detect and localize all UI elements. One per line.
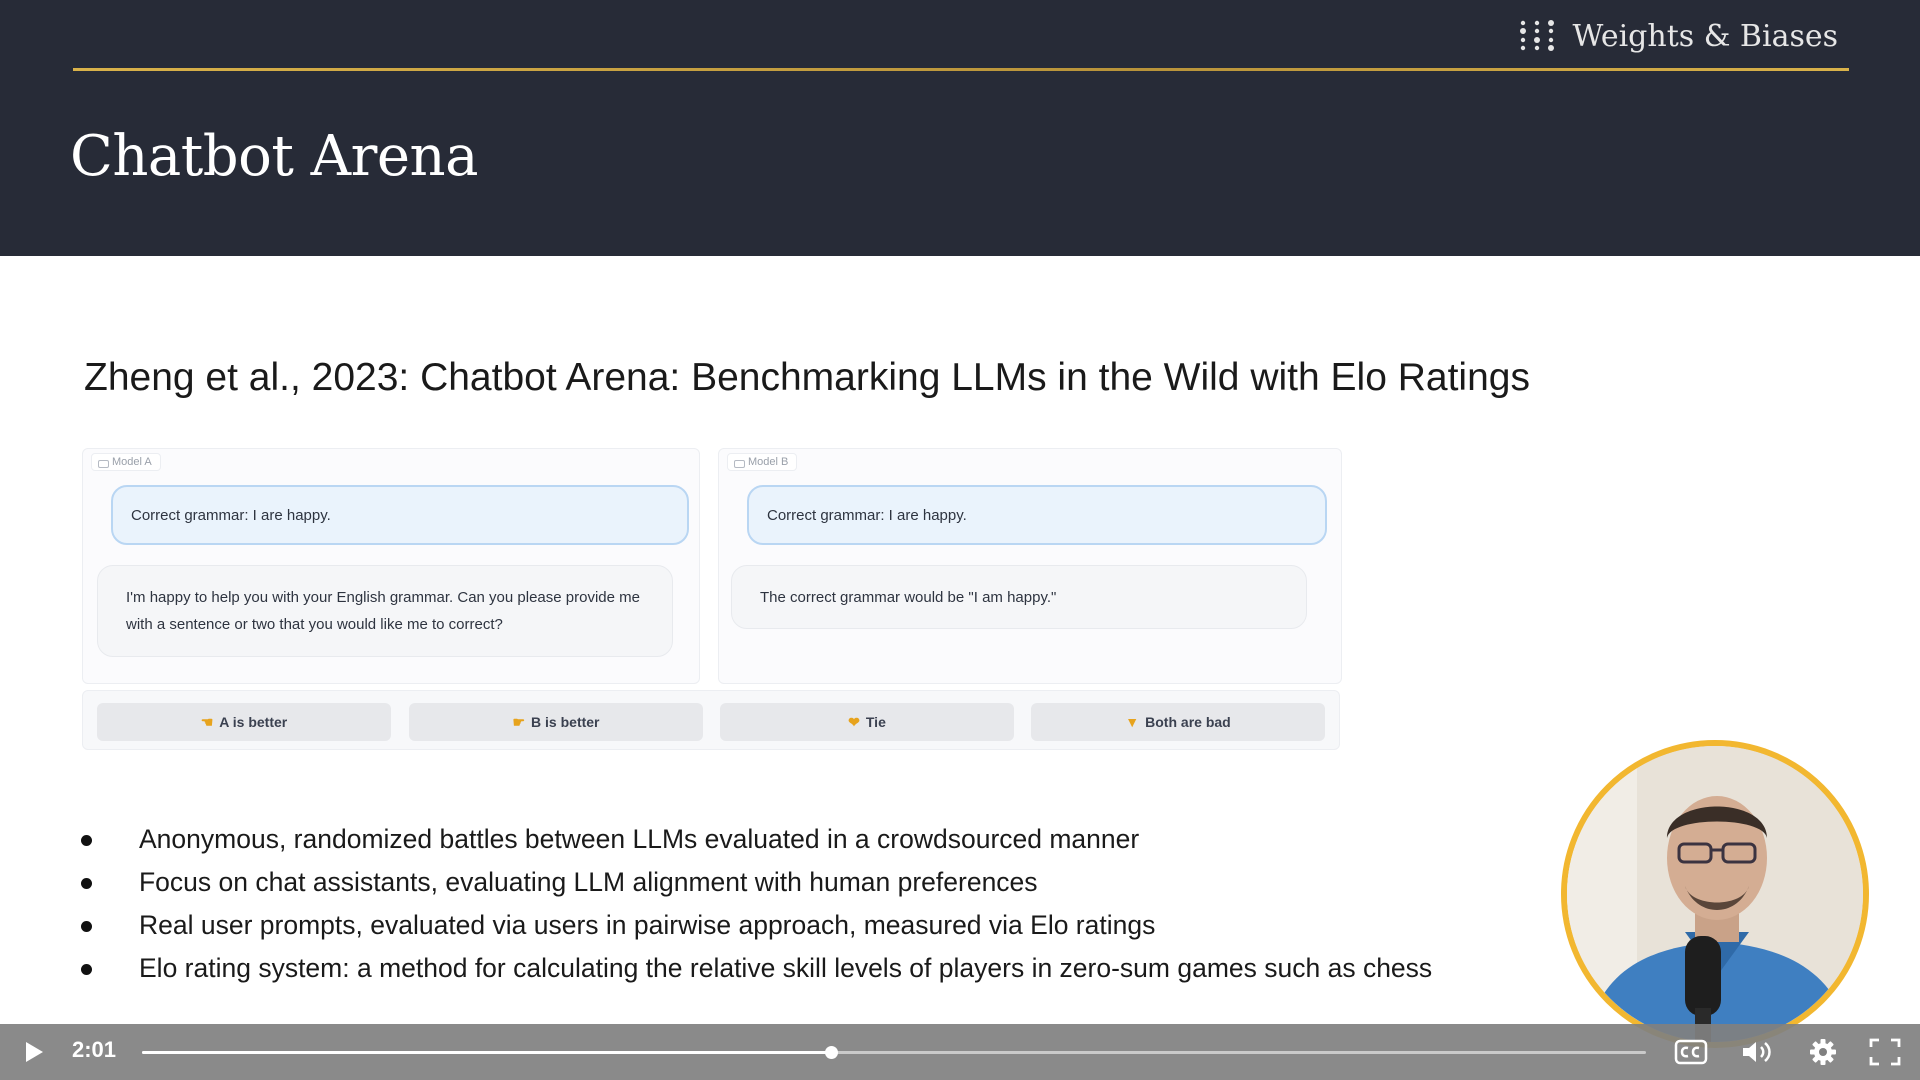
bullet-item: Elo rating system: a method for calculat… bbox=[78, 947, 1432, 990]
bullet-item: Anonymous, randomized battles between LL… bbox=[78, 818, 1432, 861]
key-points-list: Anonymous, randomized battles between LL… bbox=[78, 818, 1432, 990]
bullet-dot bbox=[81, 878, 92, 889]
presenter-video-frame bbox=[1567, 746, 1863, 1042]
b-is-better-button: ☛ B is better bbox=[409, 703, 703, 741]
tie-button: ❤ Tie bbox=[720, 703, 1014, 741]
seek-bar-progress bbox=[142, 1051, 831, 1054]
a-is-better-label: A is better bbox=[219, 714, 288, 730]
slide-title: Chatbot Arena bbox=[70, 124, 478, 189]
arena-screenshot-figure: Model A Correct grammar: I are happy. I'… bbox=[82, 448, 1342, 750]
model-b-user-message: Correct grammar: I are happy. bbox=[747, 485, 1327, 545]
model-b-tag: Model B bbox=[727, 453, 798, 471]
settings-gear-icon[interactable] bbox=[1806, 1036, 1840, 1068]
tie-label: Tie bbox=[865, 714, 886, 730]
bullet-text: Elo rating system: a method for calculat… bbox=[139, 953, 1433, 983]
both-are-bad-label: Both are bad bbox=[1145, 714, 1231, 730]
brand-logo: Weights & Biases bbox=[1518, 14, 1838, 58]
seek-bar[interactable] bbox=[142, 1046, 1646, 1059]
point-right-emoji-icon: ☛ bbox=[512, 713, 526, 730]
bullet-text: Focus on chat assistants, evaluating LLM… bbox=[139, 867, 1038, 897]
slide-header: Weights & Biases Chatbot Arena bbox=[0, 0, 1920, 256]
bullet-dot bbox=[81, 921, 92, 932]
bullet-dot bbox=[81, 964, 92, 975]
model-a-panel: Model A Correct grammar: I are happy. I'… bbox=[82, 448, 700, 684]
fullscreen-icon[interactable] bbox=[1868, 1036, 1902, 1068]
both-are-bad-button: ▼ Both are bad bbox=[1031, 703, 1325, 741]
closed-captions-icon[interactable] bbox=[1674, 1036, 1708, 1068]
model-a-tag: Model A bbox=[91, 453, 161, 471]
bullet-text: Real user prompts, evaluated via users i… bbox=[139, 910, 1156, 940]
handshake-emoji-icon: ❤ bbox=[848, 713, 860, 730]
paper-citation-title: Zheng et al., 2023: Chatbot Arena: Bench… bbox=[84, 356, 1530, 399]
bullet-item: Real user prompts, evaluated via users i… bbox=[78, 904, 1432, 947]
a-is-better-button: ☚ A is better bbox=[97, 703, 391, 741]
brand-name: Weights & Biases bbox=[1572, 18, 1838, 54]
b-is-better-label: B is better bbox=[531, 714, 600, 730]
vote-button-bar: ☚ A is better ☛ B is better ❤ Tie ▼ Both… bbox=[82, 690, 1340, 750]
video-player-controls: 2:01 bbox=[0, 1024, 1920, 1080]
model-a-user-message: Correct grammar: I are happy. bbox=[111, 485, 689, 545]
bullet-text: Anonymous, randomized battles between LL… bbox=[139, 824, 1140, 854]
wandb-logo-icon bbox=[1520, 20, 1555, 51]
model-b-bot-response: The correct grammar would be "I am happy… bbox=[731, 565, 1307, 629]
play-icon[interactable] bbox=[22, 1040, 46, 1064]
model-b-panel: Model B Correct grammar: I are happy. Th… bbox=[718, 448, 1342, 684]
model-a-bot-response: I'm happy to help you with your English … bbox=[97, 565, 673, 657]
thumbs-down-emoji-icon: ▼ bbox=[1125, 714, 1140, 730]
volume-icon[interactable] bbox=[1740, 1036, 1774, 1068]
point-left-emoji-icon: ☚ bbox=[200, 713, 214, 730]
current-time: 2:01 bbox=[72, 1037, 117, 1062]
presenter-webcam bbox=[1561, 740, 1869, 1048]
bullet-dot bbox=[81, 835, 92, 846]
seek-bar-thumb[interactable] bbox=[824, 1046, 838, 1059]
bullet-item: Focus on chat assistants, evaluating LLM… bbox=[78, 861, 1432, 904]
header-divider bbox=[73, 68, 1849, 71]
